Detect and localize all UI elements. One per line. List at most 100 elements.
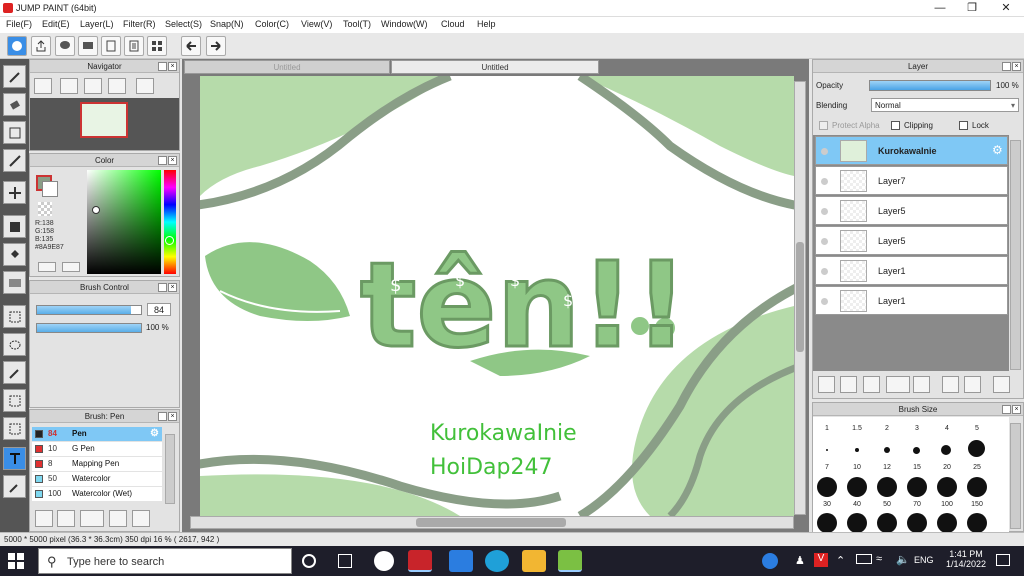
layer-list-scrollbar[interactable] — [1010, 140, 1021, 370]
cloud-sync-icon[interactable] — [7, 36, 27, 56]
zoom-actual-icon[interactable] — [84, 78, 102, 94]
protect-alpha-checkbox[interactable] — [819, 121, 828, 130]
brush-menu-icon[interactable] — [80, 510, 104, 527]
chrome-icon[interactable] — [374, 551, 394, 571]
brush-size-scrollbar[interactable] — [1010, 423, 1021, 529]
transparent-swatch[interactable] — [38, 202, 52, 216]
brush-size-dot[interactable] — [847, 477, 867, 497]
drawing-canvas[interactable]: tên!! $ $ $ $ KurokawaInie HoiDap247 — [200, 76, 794, 516]
menu-tool[interactable]: Tool(T) — [343, 19, 371, 29]
brush-size-dot[interactable] — [941, 445, 951, 455]
minimize-button[interactable]: — — [924, 0, 956, 17]
detach-icon[interactable] — [158, 156, 167, 165]
fill-rect-tool-icon[interactable] — [3, 215, 26, 238]
detach-icon[interactable] — [1002, 405, 1011, 414]
merge-layer-icon[interactable] — [964, 376, 981, 393]
menu-view[interactable]: View(V) — [301, 19, 332, 29]
zoom-out-icon[interactable] — [108, 78, 126, 94]
new-layer-text-icon[interactable] — [840, 376, 857, 393]
brush-size-dot[interactable] — [913, 447, 920, 454]
zoom-fit-icon[interactable] — [34, 78, 52, 94]
move-tool-icon[interactable] — [3, 181, 26, 204]
layer-row[interactable]: Layer1 — [815, 286, 1008, 315]
clipping-checkbox[interactable] — [891, 121, 900, 130]
share-icon[interactable] — [31, 36, 51, 56]
tab-untitled-2[interactable]: Untitled — [391, 60, 599, 74]
visibility-icon[interactable] — [821, 148, 828, 155]
message-icon[interactable] — [78, 36, 98, 56]
wifi-icon[interactable]: ≈ — [876, 553, 882, 565]
antivirus-icon[interactable]: V — [814, 553, 828, 567]
eyedropper-tool-icon[interactable] — [3, 475, 26, 498]
taskbar-search-box[interactable]: ⚲ Type here to search — [38, 548, 292, 574]
brush-folder-icon[interactable] — [132, 510, 150, 527]
new-layer-halftone-icon[interactable] — [863, 376, 880, 393]
gradient-tool-icon[interactable] — [3, 271, 26, 294]
brush-opacity-slider[interactable] — [36, 323, 142, 333]
brush-size-dot[interactable] — [967, 477, 987, 497]
horizontal-scrollbar-thumb[interactable] — [416, 518, 566, 527]
close-button[interactable]: ✕ — [990, 0, 1022, 17]
lock-checkbox[interactable] — [959, 121, 968, 130]
close-panel-icon[interactable]: × — [168, 283, 177, 292]
tab-untitled-1[interactable]: Untitled — [184, 60, 390, 74]
brush-size-input[interactable]: 84 — [147, 303, 171, 316]
layer-folder-icon[interactable] — [913, 376, 930, 393]
list-icon[interactable] — [124, 36, 144, 56]
brush-item[interactable]: 8 Mapping Pen — [32, 457, 162, 471]
blending-select[interactable]: Normal ▾ — [871, 98, 1019, 112]
close-panel-icon[interactable]: × — [1012, 62, 1021, 71]
close-panel-icon[interactable]: × — [168, 62, 177, 71]
app-taskbar-icon[interactable] — [558, 550, 582, 572]
language-indicator[interactable]: ENG — [914, 555, 934, 565]
sv-picker-handle[interactable] — [92, 206, 100, 214]
visibility-icon[interactable] — [821, 268, 828, 275]
lasso-rect-tool-icon[interactable] — [3, 305, 26, 328]
visibility-icon[interactable] — [821, 298, 828, 305]
brush-item[interactable]: 50 Watercolor — [32, 472, 162, 486]
gear-icon[interactable]: ⚙ — [150, 427, 159, 441]
saturation-value-picker[interactable] — [87, 170, 161, 274]
brush-size-dot[interactable] — [826, 449, 828, 451]
mail-icon[interactable] — [449, 550, 473, 572]
detach-icon[interactable] — [158, 62, 167, 71]
brush-list-scrollbar[interactable] — [165, 434, 175, 504]
jump-paint-taskbar-icon[interactable] — [408, 550, 432, 572]
help-icon[interactable] — [762, 553, 778, 569]
add-layer-menu-icon[interactable] — [886, 376, 910, 393]
menu-select[interactable]: Select(S) — [165, 19, 202, 29]
menu-edit[interactable]: Edit(E) — [42, 19, 70, 29]
close-panel-icon[interactable]: × — [168, 156, 177, 165]
brush-size-dot[interactable] — [907, 477, 927, 497]
chevron-up-icon[interactable]: ⌃ — [836, 554, 845, 567]
color-palette-button[interactable] — [62, 262, 80, 272]
brush-size-dot[interactable] — [847, 513, 867, 533]
detach-icon[interactable] — [158, 283, 167, 292]
visibility-icon[interactable] — [821, 178, 828, 185]
brush-size-dot[interactable] — [937, 513, 957, 533]
brush-size-dot[interactable] — [967, 513, 987, 533]
layer-opacity-slider[interactable] — [869, 80, 991, 91]
menu-help[interactable]: Help — [477, 19, 496, 29]
layer-row[interactable]: Layer1 — [815, 256, 1008, 285]
lasso-tool-icon[interactable] — [3, 333, 26, 356]
battery-icon[interactable] — [856, 554, 872, 564]
brush-size-dot[interactable] — [877, 477, 897, 497]
volume-icon[interactable]: 🔈 — [896, 553, 910, 566]
cortana-icon[interactable] — [302, 554, 316, 568]
layer-row[interactable]: Layer5 — [815, 196, 1008, 225]
navigator-viewport[interactable] — [80, 102, 128, 138]
brush-item[interactable]: 10 G Pen — [32, 442, 162, 456]
brush-size-dot[interactable] — [937, 477, 957, 497]
redo-icon[interactable] — [206, 36, 226, 56]
maximize-button[interactable]: ❐ — [956, 0, 988, 17]
gear-icon[interactable]: ⚙ — [992, 143, 1003, 157]
brush-item[interactable]: 100 Watercolor (Wet) — [32, 487, 162, 501]
layer-row[interactable]: KurokawaInie ⚙ — [815, 136, 1008, 165]
file-explorer-icon[interactable] — [522, 550, 546, 572]
visibility-icon[interactable] — [821, 238, 828, 245]
horizontal-scrollbar[interactable] — [190, 516, 794, 529]
vertical-scrollbar[interactable] — [794, 81, 806, 515]
menu-snap[interactable]: Snap(N) — [210, 19, 244, 29]
copy-brush-icon[interactable] — [109, 510, 127, 527]
